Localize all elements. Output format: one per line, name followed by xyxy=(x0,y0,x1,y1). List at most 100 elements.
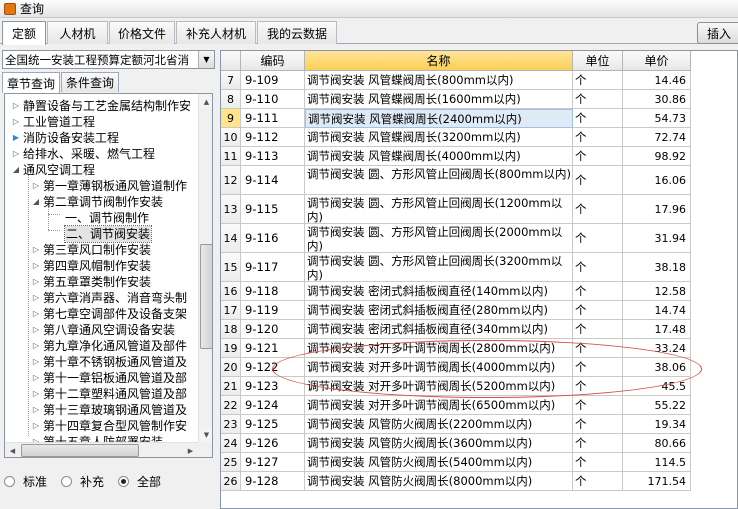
expander-icon[interactable]: ▷ xyxy=(31,290,41,306)
tab-labor-material-machine[interactable]: 人材机 xyxy=(47,21,108,44)
tree-item[interactable]: ▷ 第十二章塑料通风管道及部 xyxy=(31,386,187,402)
table-row[interactable]: 19 9-121 调节阀安装 对开多叶调节阀周长(2800mm以内) 个 33.24 xyxy=(221,339,691,358)
tab-chapter-query[interactable]: 章节查询 xyxy=(2,72,60,93)
header-unit[interactable]: 单位 xyxy=(573,51,623,71)
table-row[interactable]: 9 9-111 调节阀安装 风管蝶阀周长(2400mm以内) 个 54.73 xyxy=(221,109,691,128)
window-title: 查询 xyxy=(20,2,45,16)
tree-item[interactable]: ▷ 第九章净化通风管道及部件 xyxy=(31,338,187,354)
tree-item[interactable]: ▷ 给排水、采暖、燃气工程 xyxy=(11,146,155,162)
tree-item[interactable]: ▷ 静置设备与工艺金属结构制作安 xyxy=(11,98,191,114)
scroll-down-icon[interactable]: ▼ xyxy=(199,427,212,442)
table-row[interactable]: 13 9-115 调节阀安装 圆、方形风管止回阀周长(1200mm以内) 个 17.96 xyxy=(221,195,691,224)
tab-condition-query[interactable]: 条件查询 xyxy=(61,72,119,92)
table-row[interactable]: 16 9-118 调节阀安装 密闭式斜插板阀直径(140mm以内) 个 12.58 xyxy=(221,282,691,301)
table-row[interactable]: 18 9-120 调节阀安装 密闭式斜插板阀直径(340mm以内) 个 17.48 xyxy=(221,320,691,339)
expander-icon[interactable]: ▷ xyxy=(31,242,41,258)
expander-icon[interactable]: ▷ xyxy=(31,402,41,418)
radio-circle[interactable] xyxy=(61,475,73,487)
scroll-right-icon[interactable]: ▶ xyxy=(183,443,198,457)
cell-code: 9-119 xyxy=(241,301,305,320)
table-row[interactable]: 12 9-114 调节阀安装 圆、方形风管止回阀周长(800mm以内) 个 16.06 xyxy=(221,166,691,195)
quota-library-select[interactable]: 全国统一安装工程预算定额河北省消 ▼ xyxy=(2,50,215,69)
tree-item[interactable]: ◢ 第二章调节阀制作安装 xyxy=(31,194,163,210)
cell-price: 14.74 xyxy=(623,301,691,320)
expander-icon[interactable]: ▷ xyxy=(31,258,41,274)
table-row[interactable]: 24 9-126 调节阀安装 风管防火阀周长(3600mm以内) 个 80.66 xyxy=(221,434,691,453)
table-row[interactable]: 25 9-127 调节阀安装 风管防火阀周长(5400mm以内) 个 114.5 xyxy=(221,453,691,472)
tab-price-file[interactable]: 价格文件 xyxy=(109,21,175,44)
tree-item[interactable]: ▶ 消防设备安装工程 xyxy=(11,130,119,146)
cell-price: 30.86 xyxy=(623,90,691,109)
table-row[interactable]: 20 9-122 调节阀安装 对开多叶调节阀周长(4000mm以内) 个 38.06 xyxy=(221,358,691,377)
cell-name: 调节阀安装 风管防火阀周长(5400mm以内) xyxy=(305,453,573,472)
tree-item[interactable]: ▷ 第十四章复合型风管制作安 xyxy=(31,418,187,434)
table-row[interactable]: 22 9-124 调节阀安装 对开多叶调节阀周长(6500mm以内) 个 55.22 xyxy=(221,396,691,415)
tree-item[interactable]: 一、调节阀制作 xyxy=(51,210,149,226)
expander-icon[interactable]: ▷ xyxy=(11,146,21,162)
expander-icon[interactable]: ◢ xyxy=(31,194,41,210)
table-row[interactable]: 14 9-116 调节阀安装 圆、方形风管止回阀周长(2000mm以内) 个 31.94 xyxy=(221,224,691,253)
table-row[interactable]: 11 9-113 调节阀安装 风管蝶阀周长(4000mm以内) 个 98.92 xyxy=(221,147,691,166)
tree-item[interactable]: ▷ 第四章风帽制作安装 xyxy=(31,258,151,274)
table-row[interactable]: 26 9-128 调节阀安装 风管防火阀周长(8000mm以内) 个 171.54 xyxy=(221,472,691,491)
tree-item[interactable]: ▷ 第六章消声器、消音弯头制 xyxy=(31,290,187,306)
tree-item[interactable]: ◢ 通风空调工程 xyxy=(11,162,95,178)
expander-icon[interactable]: ▷ xyxy=(31,338,41,354)
radio-circle[interactable] xyxy=(118,475,130,487)
table-row[interactable]: 23 9-125 调节阀安装 风管防火阀周长(2200mm以内) 个 19.34 xyxy=(221,415,691,434)
tree-item[interactable]: ▷ 第八章通风空调设备安装 xyxy=(31,322,175,338)
header-name[interactable]: 名称 xyxy=(305,51,573,71)
scroll-thumb[interactable] xyxy=(21,444,139,457)
tree-horizontal-scrollbar[interactable]: ◀ ▶ xyxy=(5,442,198,457)
header-price[interactable]: 单价 xyxy=(623,51,691,71)
tree-item[interactable]: ▷ 第七章空调部件及设备支架 xyxy=(31,306,187,322)
expander-icon[interactable]: ▷ xyxy=(11,98,21,114)
expander-icon[interactable]: ▷ xyxy=(31,418,41,434)
tree-item[interactable]: ▷ 第五章罩类制作安装 xyxy=(31,274,151,290)
radio-label: 标准 xyxy=(23,474,48,489)
tree-item[interactable]: ▷ 第三章风口制作安装 xyxy=(31,242,151,258)
tree-item[interactable]: ▷ 工业管道工程 xyxy=(11,114,95,130)
expander-icon[interactable]: ▷ xyxy=(31,306,41,322)
tree-item[interactable]: ▷ 第十三章玻璃钢通风管道及 xyxy=(31,402,187,418)
tree-item[interactable]: ▷ 第十章不锈钢板通风管道及 xyxy=(31,354,187,370)
tree-item[interactable]: ▷ 第十一章铝板通风管道及部 xyxy=(31,370,187,386)
expander-icon[interactable]: ▷ xyxy=(11,114,21,130)
table-row[interactable]: 21 9-123 调节阀安装 对开多叶调节阀周长(5200mm以内) 个 45.5 xyxy=(221,377,691,396)
expander-icon[interactable]: ▷ xyxy=(31,322,41,338)
tree-item-label: 消防设备安装工程 xyxy=(23,131,120,145)
scroll-thumb[interactable] xyxy=(200,244,212,349)
radio-all[interactable]: 全部 xyxy=(118,473,161,490)
expander-icon[interactable]: ◢ xyxy=(11,162,21,178)
table-row[interactable]: 15 9-117 调节阀安装 圆、方形风管止回阀周长(3200mm以内) 个 38.18 xyxy=(221,253,691,282)
insert-button[interactable]: 插入 xyxy=(697,22,738,44)
radio-supplement[interactable]: 补充 xyxy=(61,473,104,490)
table-row[interactable]: 8 9-110 调节阀安装 风管蝶阀周长(1600mm以内) 个 30.86 xyxy=(221,90,691,109)
tab-supplement-lmm[interactable]: 补充人材机 xyxy=(176,21,256,44)
scroll-left-icon[interactable]: ◀ xyxy=(5,443,20,457)
chevron-down-icon[interactable]: ▼ xyxy=(198,51,214,68)
cell-code: 9-117 xyxy=(241,253,305,282)
tree-vertical-scrollbar[interactable]: ▲ ▼ xyxy=(198,94,212,442)
cell-name: 调节阀安装 对开多叶调节阀周长(4000mm以内) xyxy=(305,358,573,377)
expander-icon[interactable]: ▷ xyxy=(31,370,41,386)
table-row[interactable]: 17 9-119 调节阀安装 密闭式斜插板阀直径(280mm以内) 个 14.74 xyxy=(221,301,691,320)
expander-icon[interactable]: ▷ xyxy=(31,434,41,442)
table-row[interactable]: 10 9-112 调节阀安装 风管蝶阀周长(3200mm以内) 个 72.74 xyxy=(221,128,691,147)
expander-icon[interactable]: ▶ xyxy=(11,130,21,146)
expander-icon[interactable]: ▷ xyxy=(31,274,41,290)
expander-icon[interactable]: ▷ xyxy=(31,178,41,194)
tab-my-cloud-data[interactable]: 我的云数据 xyxy=(257,21,337,44)
header-code[interactable]: 编码 xyxy=(241,51,305,71)
table-row[interactable]: 7 9-109 调节阀安装 风管蝶阀周长(800mm以内) 个 14.46 xyxy=(221,71,691,90)
scroll-up-icon[interactable]: ▲ xyxy=(199,94,212,109)
expander-icon[interactable]: ▷ xyxy=(31,386,41,402)
radio-standard[interactable]: 标准 xyxy=(4,473,47,490)
tree-item[interactable]: ▷ 第十五章人防部署安装 xyxy=(31,434,163,442)
expander-icon[interactable]: ▷ xyxy=(31,354,41,370)
tree-item[interactable]: 二、调节阀安装 xyxy=(51,225,153,243)
tree-item[interactable]: ▷ 第一章薄钢板通风管道制作 xyxy=(31,178,187,194)
tab-quota[interactable]: 定额 xyxy=(2,21,46,45)
radio-circle[interactable] xyxy=(4,475,15,487)
cell-unit: 个 xyxy=(573,90,623,109)
